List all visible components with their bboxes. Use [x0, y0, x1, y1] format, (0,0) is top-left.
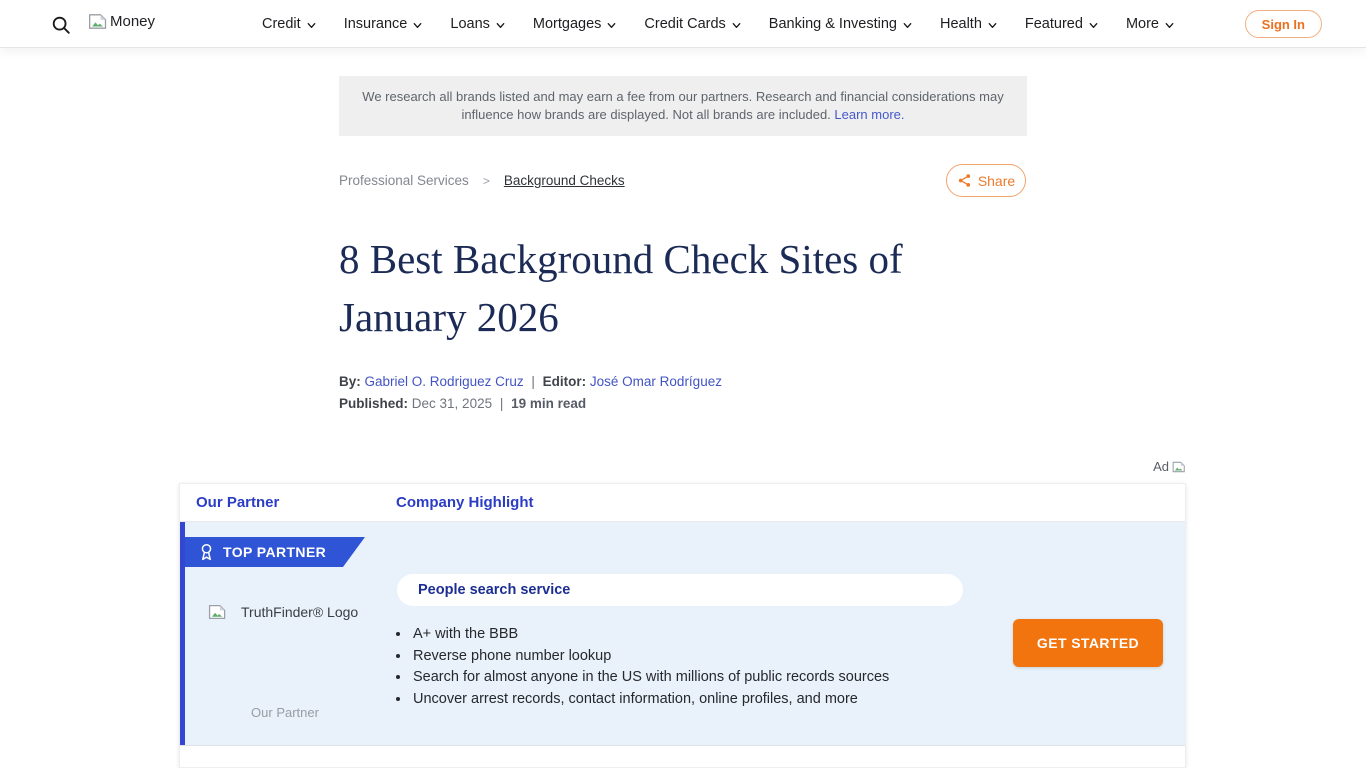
top-partner-label: TOP PARTNER: [223, 544, 326, 560]
nav-item-more[interactable]: More: [1126, 16, 1175, 32]
share-button[interactable]: Share: [946, 164, 1026, 197]
learn-more-link[interactable]: Learn more.: [834, 107, 904, 122]
chevron-down-icon: [902, 20, 913, 31]
nav-item-loans[interactable]: Loans: [450, 16, 506, 32]
breadcrumb-current[interactable]: Background Checks: [504, 173, 625, 188]
top-partner-row: TOP PARTNER TruthFinder® Logo Our Partne…: [180, 522, 1185, 746]
our-partner-column-header: Our Partner: [196, 494, 279, 511]
partner-logo[interactable]: TruthFinder® Logo: [208, 604, 358, 620]
published-line: Published: Dec 31, 2025 | 19 min read: [339, 396, 586, 411]
logo-alt-text: Money: [110, 13, 155, 30]
author-link[interactable]: Gabriel O. Rodriguez Cruz: [365, 374, 524, 389]
our-partner-caption: Our Partner: [220, 705, 350, 720]
ad-label: Ad: [1153, 459, 1169, 474]
by-label: By:: [339, 374, 361, 389]
editor-label: Editor:: [543, 374, 587, 389]
page: Money Credit Insurance Loans Mortgages C…: [0, 0, 1366, 768]
chevron-down-icon: [606, 20, 617, 31]
highlight-bullet: Uncover arrest records, contact informat…: [411, 689, 971, 711]
partner-table-header: Our Partner Company Highlight: [180, 484, 1185, 522]
site-header: Money Credit Insurance Loans Mortgages C…: [0, 0, 1366, 48]
share-label: Share: [978, 173, 1015, 189]
broken-image-icon: [208, 604, 227, 620]
published-date: Dec 31, 2025: [412, 396, 492, 411]
service-category-pill: People search service: [397, 574, 963, 606]
breadcrumb: Professional Services > Background Check…: [339, 173, 625, 188]
nav-item-credit-cards[interactable]: Credit Cards: [644, 16, 741, 32]
breadcrumb-separator: >: [483, 174, 490, 188]
nav-item-credit[interactable]: Credit: [262, 16, 317, 32]
chevron-down-icon: [412, 20, 423, 31]
broken-image-icon: [88, 13, 108, 30]
chevron-down-icon: [495, 20, 506, 31]
byline: By: Gabriel O. Rodriguez Cruz | Editor: …: [339, 374, 722, 389]
highlight-bullet: A+ with the BBB: [411, 624, 971, 646]
row-accent-bar: [180, 522, 185, 745]
chevron-down-icon: [987, 20, 998, 31]
chevron-down-icon: [1088, 20, 1099, 31]
partner-logo-alt-text: TruthFinder® Logo: [241, 604, 358, 620]
highlight-bullet: Reverse phone number lookup: [411, 646, 971, 668]
broken-image-icon: [1172, 461, 1186, 473]
highlight-bullet: Search for almost anyone in the US with …: [411, 667, 971, 689]
next-partner-row-stub: [180, 746, 1185, 768]
highlight-bullet-list: A+ with the BBB Reverse phone number loo…: [411, 624, 971, 710]
company-highlight-column-header: Company Highlight: [396, 494, 534, 511]
partner-table: Our Partner Company Highlight TOP PARTNE…: [179, 483, 1186, 768]
main-nav: Credit Insurance Loans Mortgages Credit …: [262, 0, 1175, 48]
nav-item-featured[interactable]: Featured: [1025, 16, 1099, 32]
medal-icon: [199, 543, 214, 562]
search-icon[interactable]: [50, 14, 72, 36]
nav-item-insurance[interactable]: Insurance: [344, 16, 424, 32]
page-title: 8 Best Background Check Sites of January…: [339, 230, 1029, 346]
nav-item-health[interactable]: Health: [940, 16, 998, 32]
pub-separator: |: [500, 396, 504, 411]
chevron-down-icon: [1164, 20, 1175, 31]
breadcrumb-parent[interactable]: Professional Services: [339, 173, 469, 188]
ad-label-row: Ad: [179, 459, 1186, 474]
sign-in-button[interactable]: Sign In: [1245, 10, 1322, 38]
get-started-button[interactable]: GET STARTED: [1013, 619, 1163, 667]
disclosure-text: We research all brands listed and may ea…: [362, 89, 1003, 122]
nav-item-mortgages[interactable]: Mortgages: [533, 16, 618, 32]
advertiser-disclosure: We research all brands listed and may ea…: [339, 76, 1027, 136]
chevron-down-icon: [306, 20, 317, 31]
published-label: Published:: [339, 396, 408, 411]
share-icon: [957, 173, 972, 188]
byline-separator: |: [531, 374, 535, 389]
editor-link[interactable]: José Omar Rodríguez: [590, 374, 722, 389]
money-logo[interactable]: Money: [88, 13, 155, 30]
read-time: 19 min read: [511, 396, 586, 411]
top-partner-badge: TOP PARTNER: [185, 537, 365, 567]
nav-item-banking-investing[interactable]: Banking & Investing: [769, 16, 913, 32]
chevron-down-icon: [731, 20, 742, 31]
